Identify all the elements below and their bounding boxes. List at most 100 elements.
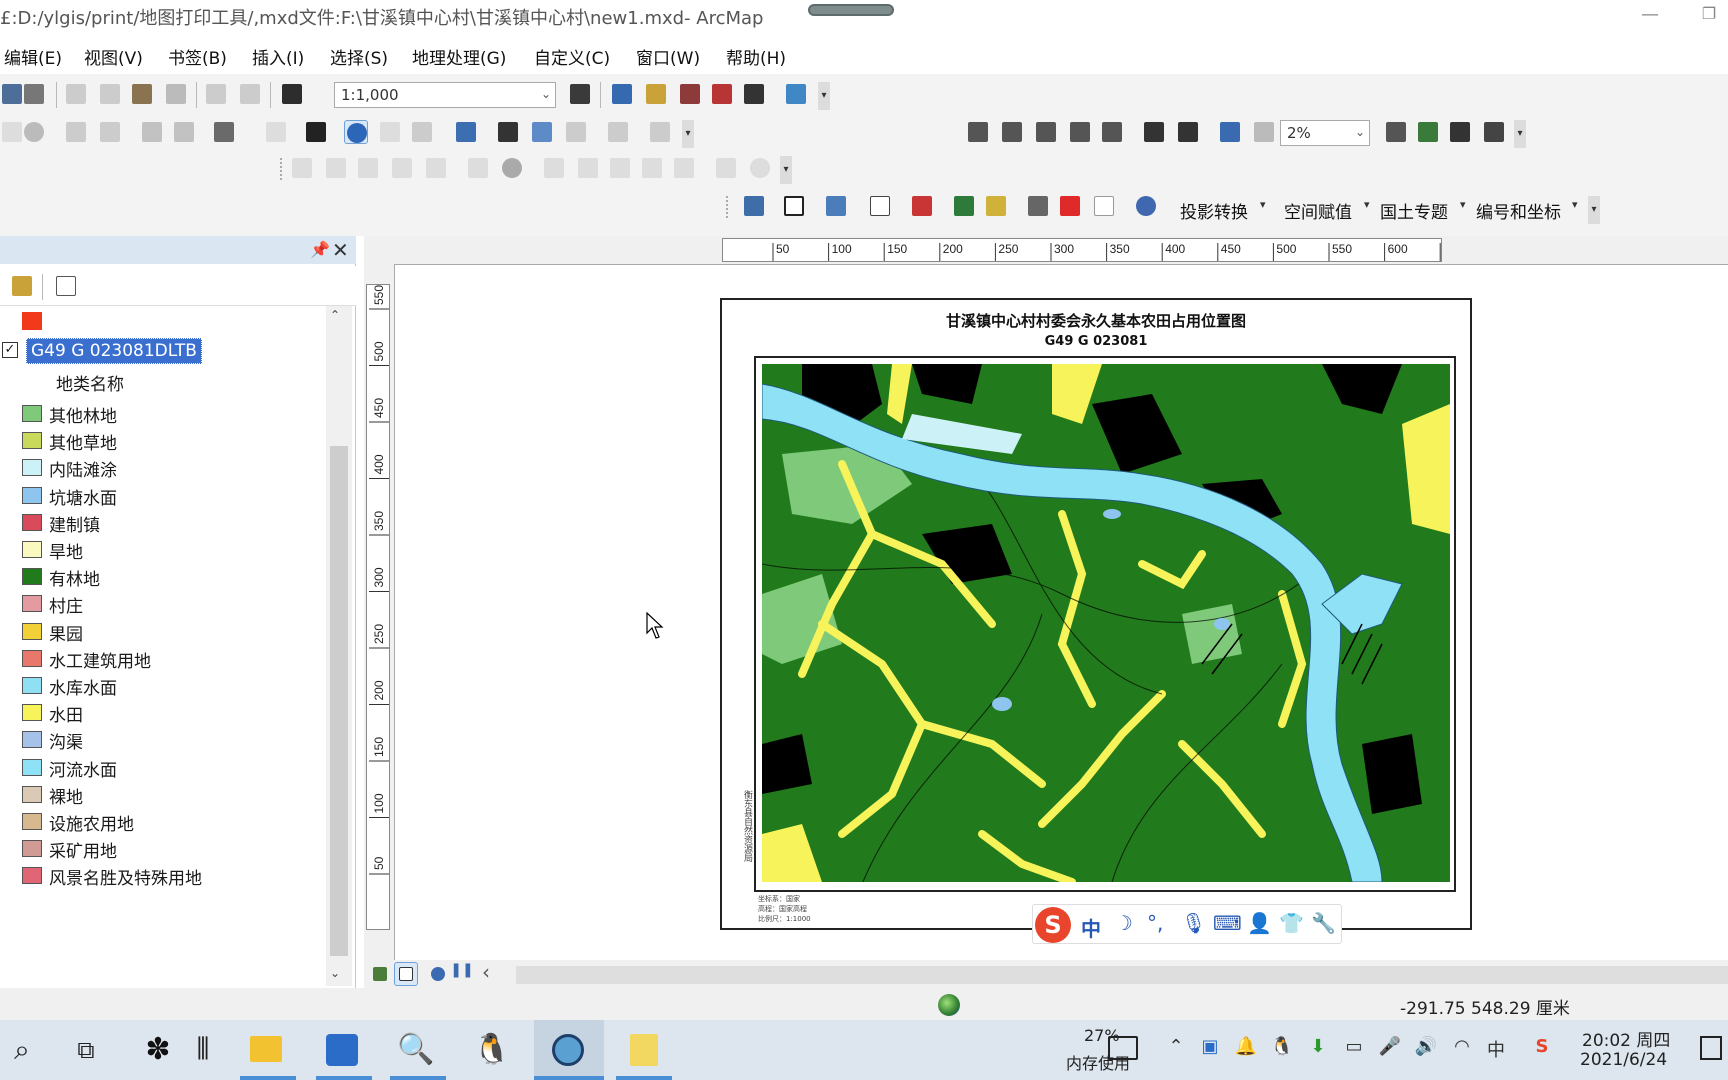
fixed-zoom-in-icon[interactable] [64,120,88,144]
go-to-xy-icon[interactable] [564,120,588,144]
fixed-zoom-out-layout-icon[interactable] [1176,120,1200,144]
time-slider-icon[interactable] [606,120,630,144]
layout-view-icon[interactable] [394,962,418,986]
layer-visibility-checkbox[interactable]: ✓ [2,342,18,358]
data-driven-pages-icon[interactable] [1482,120,1506,144]
globe-icon[interactable] [22,120,46,144]
menu-view[interactable]: 视图(V) [84,44,143,69]
toolbar-overflow-button[interactable]: ▾ [1514,120,1526,148]
layout-horizontal-scrollbar[interactable] [516,966,1728,984]
zoom-100-icon[interactable] [1100,120,1124,144]
menu-insert[interactable]: 插入(I) [252,44,304,69]
save-icon[interactable] [0,82,24,106]
redo-icon[interactable] [238,82,262,106]
layer-export-icon[interactable] [824,194,848,218]
download-tray-icon[interactable]: ⬇ [1306,1036,1330,1060]
help-icon[interactable] [1134,194,1158,218]
delete-red-icon[interactable] [1058,194,1082,218]
identify-icon[interactable] [344,120,368,144]
cut-polygon-icon[interactable] [356,156,380,180]
chevron-down-icon[interactable]: ⌄ [330,966,340,980]
qq-tray-icon[interactable]: 🐧 [1270,1036,1294,1060]
menu-edit[interactable]: 编辑(E) [4,44,62,69]
projection-dropdown[interactable]: 投影转换 [1180,198,1248,223]
layout-zoom-out-icon[interactable] [1000,120,1024,144]
toolbar-overflow-button[interactable]: ▾ [682,120,694,148]
edit-vertices-icon[interactable] [290,156,314,180]
minimize-button[interactable]: — [1630,4,1670,28]
microphone-icon[interactable]: 🎙 [1181,911,1206,935]
ime-chinese-toggle[interactable]: 中 [1081,913,1101,942]
legend-swatch[interactable] [22,459,42,477]
land-use-map[interactable] [762,364,1450,882]
undo-icon[interactable] [204,82,228,106]
punctuation-icon[interactable]: °, [1147,911,1163,935]
scroll-thumb[interactable] [330,446,348,956]
image-icon[interactable] [984,194,1008,218]
fan-app-icon[interactable]: ✽ [136,1028,180,1072]
previous-extent-icon[interactable] [1218,120,1242,144]
legend-swatch[interactable] [22,541,42,558]
python-window-icon[interactable] [742,82,766,106]
blank-frame-icon[interactable] [1092,194,1116,218]
qq-icon[interactable]: 🐧 [470,1028,514,1072]
ime-mode-indicator[interactable]: 中 [1484,1036,1508,1061]
volume-icon[interactable]: 🔊 [1414,1036,1438,1060]
legend-swatch[interactable] [22,649,42,667]
legend-swatch[interactable] [22,432,42,450]
legend-swatch[interactable] [22,867,42,885]
clear-selection-icon[interactable] [264,120,288,144]
notification-center-icon[interactable] [1700,1036,1722,1060]
list-by-source-icon[interactable] [10,274,34,298]
find-icon[interactable] [496,120,520,144]
maximize-button[interactable]: ❐ [1690,4,1728,28]
select-elements-icon[interactable] [304,120,328,144]
clock-time[interactable]: 20:02 周四 [1582,1026,1670,1051]
search-window-icon[interactable] [678,82,702,106]
layer-name[interactable]: G49 G 023081DLTB [26,338,202,364]
menu-geoprocessing[interactable]: 地理处理(G) [412,44,506,69]
hyperlink-icon[interactable] [378,120,402,144]
menu-windows[interactable]: 窗口(W) [636,44,700,69]
print-icon[interactable] [22,82,46,106]
scissors-icon[interactable] [1026,194,1050,218]
fixed-zoom-in-layout-icon[interactable] [1142,120,1166,144]
arcmap-icon[interactable] [546,1028,590,1072]
layout-zoom-in-icon[interactable] [966,120,990,144]
focus-data-frame-icon[interactable] [1416,120,1440,144]
next-extent-icon[interactable] [1252,120,1276,144]
battery-icon[interactable]: ▭ [1342,1036,1366,1060]
add-data-icon[interactable] [280,82,304,106]
clock-date[interactable]: 2021/6/24 [1580,1050,1667,1070]
sogou-logo-icon[interactable]: S [1035,907,1071,943]
help-note-icon[interactable] [622,1028,666,1072]
sketch-icon[interactable] [466,156,490,180]
pan-icon[interactable] [0,120,24,144]
chevron-up-icon[interactable]: ⌃ [330,308,340,322]
keyboard-icon[interactable]: ⌨ [1213,911,1242,935]
back-arrow-icon[interactable] [140,120,164,144]
selected-symbol-swatch[interactable] [22,312,42,330]
paste-icon[interactable] [130,82,154,106]
video-meeting-icon[interactable] [320,1028,364,1072]
merge-arrows-icon[interactable] [910,194,934,218]
table-of-contents-icon[interactable] [610,82,634,106]
copy-icon[interactable] [98,82,122,106]
cycle-icon[interactable] [576,156,600,180]
legend-swatch[interactable] [22,568,42,586]
legend-swatch[interactable] [22,513,42,531]
toolbar-grip[interactable] [726,196,738,218]
chevron-left-icon[interactable]: ‹ [474,960,498,984]
delete-icon[interactable] [164,82,188,106]
options-icon[interactable] [54,274,78,298]
toc-scrollbar[interactable]: ⌃ ⌄ [326,306,352,986]
menu-help[interactable]: 帮助(H) [726,44,786,69]
zoom-percent-combo[interactable]: 2% ⌄ [1280,120,1370,146]
create-viewer-icon[interactable] [648,120,672,144]
scale-combo[interactable]: 1:1,000 ⌄ [334,82,556,108]
rectangle-icon[interactable] [782,194,806,218]
legend-swatch[interactable] [22,840,42,858]
pause-icon[interactable]: ❚❚ [450,962,474,986]
search-doc-icon[interactable]: 🔍 [394,1028,438,1072]
legend-swatch[interactable] [22,677,42,694]
